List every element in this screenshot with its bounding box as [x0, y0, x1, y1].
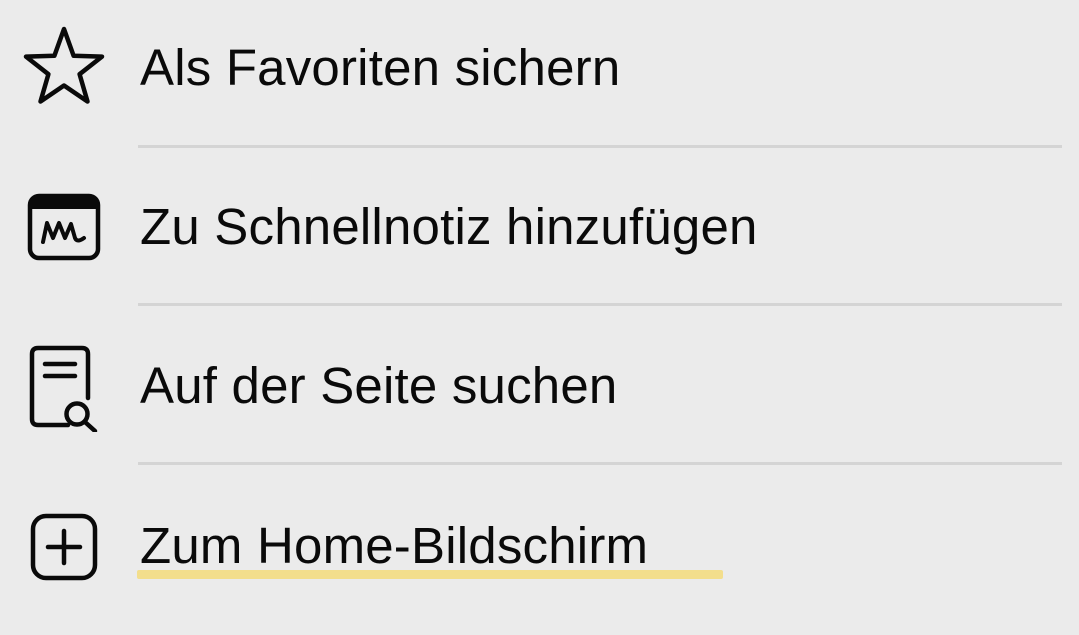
menu-item-add-to-home-screen[interactable]: Zum Home-Bildschirm — [0, 476, 1079, 635]
divider — [138, 303, 1062, 306]
menu-item-quick-note[interactable]: Zu Schnellnotiz hinzufügen — [0, 159, 1079, 318]
menu-item-add-favorites[interactable]: Als Favoriten sichern — [0, 0, 1079, 159]
star-icon — [18, 21, 110, 113]
divider — [138, 145, 1062, 148]
menu-item-find-on-page[interactable]: Auf der Seite suchen — [0, 318, 1079, 477]
share-menu: Als Favoriten sichern Zu Schnellnotiz hi… — [0, 0, 1079, 612]
find-on-page-icon — [18, 341, 110, 433]
highlight-underline — [137, 570, 723, 579]
menu-item-label: Zum Home-Bildschirm — [140, 517, 649, 574]
menu-item-label: Auf der Seite suchen — [140, 357, 618, 414]
quick-note-icon — [18, 181, 110, 273]
menu-item-label: Als Favoriten sichern — [140, 39, 621, 96]
add-square-icon — [18, 501, 110, 593]
menu-item-label: Zu Schnellnotiz hinzufügen — [140, 198, 758, 255]
divider — [138, 462, 1062, 465]
